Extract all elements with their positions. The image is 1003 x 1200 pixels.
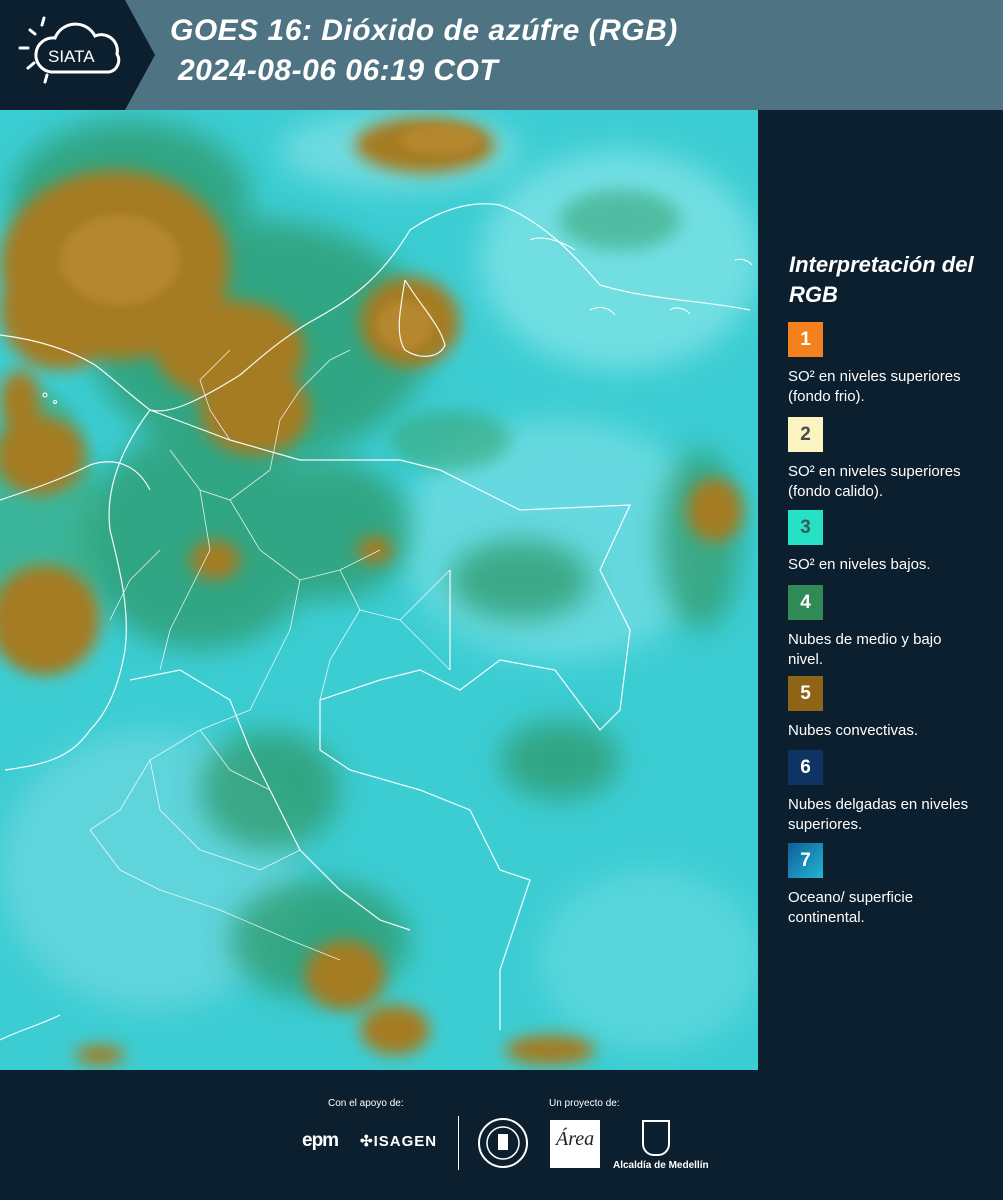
- legend-item-4: 4 Nubes de medio y bajo nivel.: [788, 585, 988, 670]
- legend-text-1: SO² en niveles superiores (fondo frio).: [788, 368, 961, 405]
- legend-item-3: 3 SO² en niveles bajos.: [788, 510, 988, 575]
- legend-swatch-7: 7: [788, 843, 823, 878]
- legend-panel: Interpretación del RGB 1 SO² en niveles …: [758, 110, 1003, 1070]
- page-timestamp: 2024-08-06 06:19 COT: [178, 54, 499, 87]
- legend-item-6: 6 Nubes delgadas en niveles superiores.: [788, 750, 988, 835]
- support-label: Con el apoyo de:: [328, 1098, 404, 1109]
- legend-text-6: Nubes delgadas en niveles superiores.: [788, 796, 969, 833]
- medellin-seal-logo: [478, 1118, 528, 1168]
- legend-number-6: 6: [800, 756, 811, 778]
- alcaldia-logo-text: Alcaldía de Medellín: [613, 1160, 709, 1171]
- alcaldia-shield-icon: [642, 1120, 670, 1156]
- legend-swatch-2: 2: [788, 417, 823, 452]
- legend-text-3: SO² en niveles bajos.: [788, 556, 931, 573]
- siata-logo-text: SIATA: [48, 47, 95, 66]
- legend-number-4: 4: [800, 591, 811, 613]
- legend-swatch-3: 3: [788, 510, 823, 545]
- legend-text-2: SO² en niveles superiores (fondo calido)…: [788, 463, 961, 500]
- legend-number-1: 1: [800, 328, 811, 350]
- project-label: Un proyecto de:: [549, 1098, 620, 1109]
- legend-item-5: 5 Nubes convectivas.: [788, 676, 988, 741]
- legend-number-3: 3: [800, 516, 811, 538]
- footer-divider: [458, 1116, 459, 1170]
- header-bar: SIATA GOES 16: Dióxido de azúfre (RGB) 2…: [0, 0, 1003, 110]
- siata-logo: SIATA: [0, 0, 155, 110]
- legend-number-7: 7: [800, 849, 811, 871]
- satellite-map: [0, 110, 758, 1070]
- footer: Con el apoyo de: Un proyecto de: epm ✣IS…: [0, 1070, 1003, 1200]
- legend-number-5: 5: [800, 682, 811, 704]
- isagen-logo-icon: ✣: [360, 1133, 374, 1150]
- epm-logo: epm: [302, 1130, 339, 1151]
- legend-title: Interpretación del RGB: [789, 252, 974, 307]
- legend-item-7: 7 Oceano/ superficie continental.: [788, 843, 988, 928]
- legend-item-2: 2 SO² en niveles superiores (fondo calid…: [788, 417, 988, 502]
- page-title: GOES 16: Dióxido de azúfre (RGB): [170, 14, 678, 47]
- legend-swatch-5: 5: [788, 676, 823, 711]
- legend-number-2: 2: [800, 423, 811, 445]
- legend-item-1: 1 SO² en niveles superiores (fondo frio)…: [788, 322, 988, 407]
- isagen-logo: ✣ISAGEN: [360, 1132, 437, 1150]
- legend-swatch-4: 4: [788, 585, 823, 620]
- legend-text-5: Nubes convectivas.: [788, 722, 919, 739]
- legend-text-4: Nubes de medio y bajo nivel.: [788, 631, 942, 668]
- legend-text-7: Oceano/ superficie continental.: [788, 889, 914, 926]
- legend-swatch-6: 6: [788, 750, 823, 785]
- isagen-logo-text: ISAGEN: [373, 1133, 438, 1150]
- area-metropolitana-logo-text: Área: [556, 1128, 595, 1150]
- legend-swatch-1: 1: [788, 322, 823, 357]
